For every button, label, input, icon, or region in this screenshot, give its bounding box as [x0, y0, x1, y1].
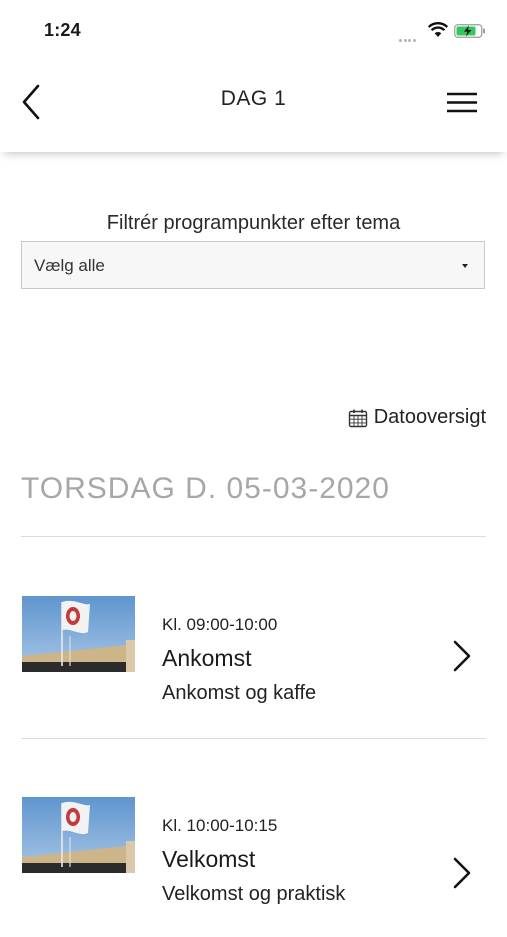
program-thumbnail	[22, 596, 135, 672]
date-overview-link[interactable]: Datooversigt	[348, 406, 486, 429]
program-title: Ankomst	[162, 645, 252, 671]
program-item[interactable]: Kl. 09:00-10:00 Ankomst Ankomst og kaffe	[0, 596, 507, 736]
caret-down-icon	[462, 264, 468, 268]
program-subtitle: Velkomst og praktisk	[162, 883, 346, 905]
battery-charging-icon	[454, 24, 485, 38]
program-item[interactable]: Kl. 10:00-10:15 Velkomst Velkomst og pra…	[0, 797, 507, 937]
menu-button[interactable]	[444, 86, 480, 118]
app-header: DAG 1	[0, 60, 507, 152]
theme-filter-select[interactable]: Vælg alle	[21, 241, 485, 289]
chevron-right-icon	[453, 640, 471, 672]
page-title: DAG 1	[220, 87, 287, 110]
date-heading: TORSDAG D. 05-03-2020	[21, 472, 390, 505]
divider	[21, 536, 486, 537]
chevron-right-icon	[453, 857, 471, 889]
filter-select-value: Vælg alle	[34, 256, 105, 275]
filter-label: Filtrér programpunkter efter tema	[106, 212, 401, 234]
wifi-icon	[428, 22, 448, 37]
status-bar: 1:24	[0, 0, 507, 60]
calendar-icon	[348, 409, 367, 427]
signal-dots-icon	[399, 29, 421, 42]
date-overview-label: Datooversigt	[373, 406, 486, 428]
program-subtitle: Ankomst og kaffe	[162, 682, 317, 704]
divider	[21, 738, 486, 739]
hamburger-menu-icon	[447, 92, 477, 113]
program-thumbnail	[22, 797, 135, 873]
program-time: Kl. 10:00-10:15	[162, 816, 278, 835]
status-time: 1:24	[44, 20, 81, 40]
program-time: Kl. 09:00-10:00	[162, 615, 278, 634]
program-title: Velkomst	[162, 846, 256, 872]
